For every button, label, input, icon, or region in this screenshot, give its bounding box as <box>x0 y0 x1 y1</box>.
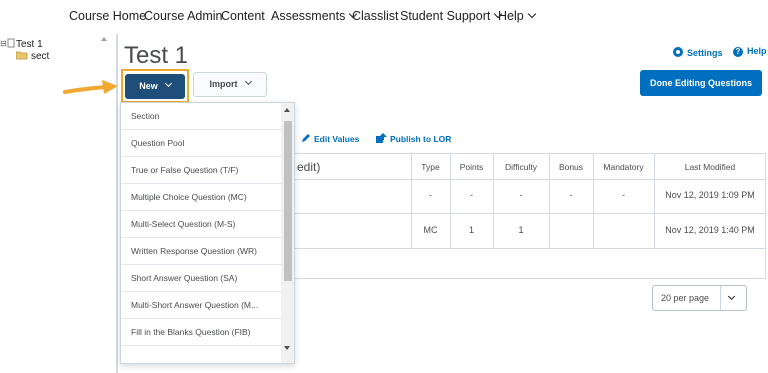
column-header-bonus[interactable]: Bonus <box>549 162 593 172</box>
chevron-down-icon <box>727 292 736 301</box>
cell-points: 1 <box>468 225 474 235</box>
help-link[interactable]: ? Help <box>733 46 767 57</box>
column-header-difficulty[interactable]: Difficulty <box>493 162 549 172</box>
nav-classlist[interactable]: Classlist <box>352 9 399 23</box>
tree-item-test-label: Test 1 <box>16 39 43 50</box>
cell-difficulty: - <box>519 190 523 200</box>
chevron-down-icon <box>164 79 172 88</box>
svg-text:⊟: ⊟ <box>0 39 7 48</box>
menu-item-multi-select[interactable]: Multi-Select Question (M-S) <box>121 211 282 238</box>
quiz-node-icon: ⊟ <box>0 38 15 48</box>
help-icon: ? <box>733 47 743 57</box>
per-page-dropdown-toggle[interactable] <box>720 286 746 310</box>
per-page-value: 20 per page <box>661 293 710 303</box>
folder-icon <box>15 51 28 60</box>
menu-item-short-answer[interactable]: Short Answer Question (SA) <box>121 265 282 292</box>
tree-item-sect[interactable]: sect <box>15 51 50 62</box>
gear-icon <box>673 47 683 57</box>
new-button[interactable]: New <box>125 74 185 99</box>
new-button-label: New <box>139 81 158 91</box>
cell-mandatory: - <box>622 190 625 200</box>
tree-item-sect-label: sect <box>31 51 50 62</box>
help-label: Help <box>747 46 767 56</box>
cell-last-modified: Nov 12, 2019 1:09 PM <box>665 190 755 200</box>
cell-points: - <box>470 190 473 200</box>
top-navigation: Course Home Course Admin Content Assessm… <box>0 0 768 34</box>
settings-link[interactable]: Settings <box>673 46 723 58</box>
cell-bonus: - <box>569 190 573 200</box>
menu-item-section[interactable]: Section <box>121 103 282 130</box>
publish-to-lor-label: Publish to LOR <box>390 134 452 144</box>
pencil-icon <box>302 134 310 142</box>
settings-label: Settings <box>687 48 723 58</box>
import-button[interactable]: Import <box>193 72 267 97</box>
menu-item-multi-short-answer[interactable]: Multi-Short Answer Question (M... <box>121 292 282 319</box>
cell-type: MC <box>423 225 438 235</box>
column-header-type[interactable]: Type <box>411 162 450 172</box>
menu-item-multiple-choice[interactable]: Multiple Choice Question (MC) <box>121 184 282 211</box>
tree-item-test[interactable]: ⊟ Test 1 <box>0 38 43 50</box>
page-title: Test 1 <box>124 42 189 69</box>
nav-student-support[interactable]: Student Support <box>400 9 503 23</box>
menu-item-question-pool[interactable]: Question Pool <box>121 130 282 157</box>
column-header-points[interactable]: Points <box>450 162 493 172</box>
menu-scrollbar-thumb[interactable] <box>284 121 292 281</box>
cell-last-modified: Nov 12, 2019 1:40 PM <box>665 225 755 235</box>
scroll-up-arrow-icon[interactable] <box>284 108 290 112</box>
cell-type: - <box>429 190 432 200</box>
nav-help[interactable]: Help <box>498 9 536 23</box>
cell-difficulty: 1 <box>518 225 524 235</box>
column-header-last-modified[interactable]: Last Modified <box>654 162 766 172</box>
edit-values-button[interactable]: Edit Values <box>301 133 359 144</box>
publish-to-lor-button[interactable]: Publish to LOR <box>376 133 451 144</box>
done-editing-questions-button[interactable]: Done Editing Questions <box>640 70 762 96</box>
table-title-fragment: edit) <box>297 160 321 174</box>
import-button-label: Import <box>209 79 238 89</box>
nav-student-support-label: Student Support <box>400 9 491 23</box>
menu-item-fill-in-blanks[interactable]: Fill in the Blanks Question (FIB) <box>121 319 282 346</box>
nav-content[interactable]: Content <box>221 9 265 23</box>
per-page-select[interactable]: 20 per page <box>652 285 747 311</box>
menu-scrollbar[interactable] <box>281 103 294 363</box>
scroll-down-arrow-icon[interactable] <box>284 346 290 350</box>
nav-help-label: Help <box>498 9 524 23</box>
menu-item-written-response[interactable]: Written Response Question (WR) <box>121 238 282 265</box>
column-header-mandatory[interactable]: Mandatory <box>593 162 654 172</box>
nav-assessments[interactable]: Assessments <box>271 9 358 23</box>
questions-table: edit) Type Points Difficulty Bonus Manda… <box>285 153 766 279</box>
menu-item-true-false[interactable]: True or False Question (T/F) <box>121 157 282 184</box>
new-button-highlight: New <box>121 69 189 103</box>
scroll-up-arrow-icon[interactable] <box>101 37 107 41</box>
chevron-down-icon <box>244 77 252 86</box>
publish-icon <box>376 133 387 143</box>
nav-assessments-label: Assessments <box>271 9 346 23</box>
nav-course-admin[interactable]: Course Admin <box>144 9 223 23</box>
nav-course-home[interactable]: Course Home <box>69 9 146 23</box>
new-dropdown-menu: Section Question Pool True or False Ques… <box>120 102 295 364</box>
edit-values-label: Edit Values <box>314 134 360 144</box>
chevron-down-icon <box>527 9 536 19</box>
annotation-arrow-icon <box>63 80 118 94</box>
